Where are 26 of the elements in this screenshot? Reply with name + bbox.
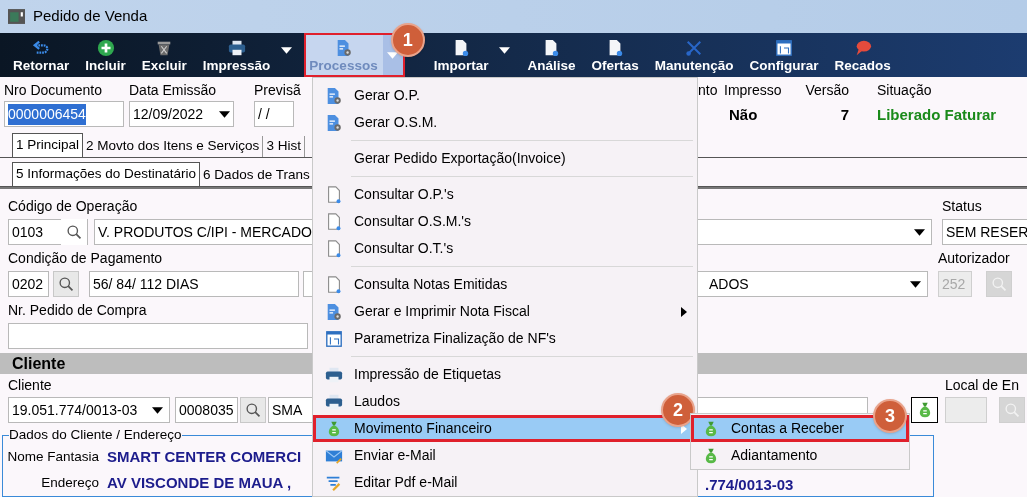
info-value: 7 (840, 105, 849, 125)
field-label: Nr. Pedido de Compra (8, 301, 147, 319)
field-label: nto (698, 81, 718, 99)
field-label: Nro Documento (4, 81, 103, 99)
callout-number-badge: 3 (873, 399, 907, 433)
info-value: Não (729, 105, 758, 125)
callout-number-badge: 2 (661, 393, 695, 427)
field-value: SMART CENTER COMERCI (107, 448, 302, 465)
field-value: .774/0013-03 (705, 474, 794, 495)
field-label: Condição de Pagamento (8, 249, 163, 267)
field-value: AV VISCONDE DE MAUA , (107, 474, 292, 491)
field-label: Código de Operação (8, 197, 138, 215)
field-label: Local de En (945, 376, 1019, 394)
field-label: Cliente (8, 376, 52, 394)
field-label: Previsã (254, 81, 301, 99)
field-label: Nome Fantasia (6, 447, 99, 466)
field-label: Autorizador (938, 249, 1010, 267)
section-title: Cliente (12, 353, 66, 374)
field-label: Versão (805, 81, 849, 99)
window-title: Pedido de Venda (33, 6, 148, 27)
field-label: Impresso (724, 81, 782, 99)
field-label: Endereço (40, 473, 99, 492)
info-value: Liberado Faturar (877, 105, 997, 125)
field-label: Situação (877, 81, 932, 99)
field-label: Data Emissão (129, 81, 217, 99)
field-label: Status (942, 197, 982, 215)
